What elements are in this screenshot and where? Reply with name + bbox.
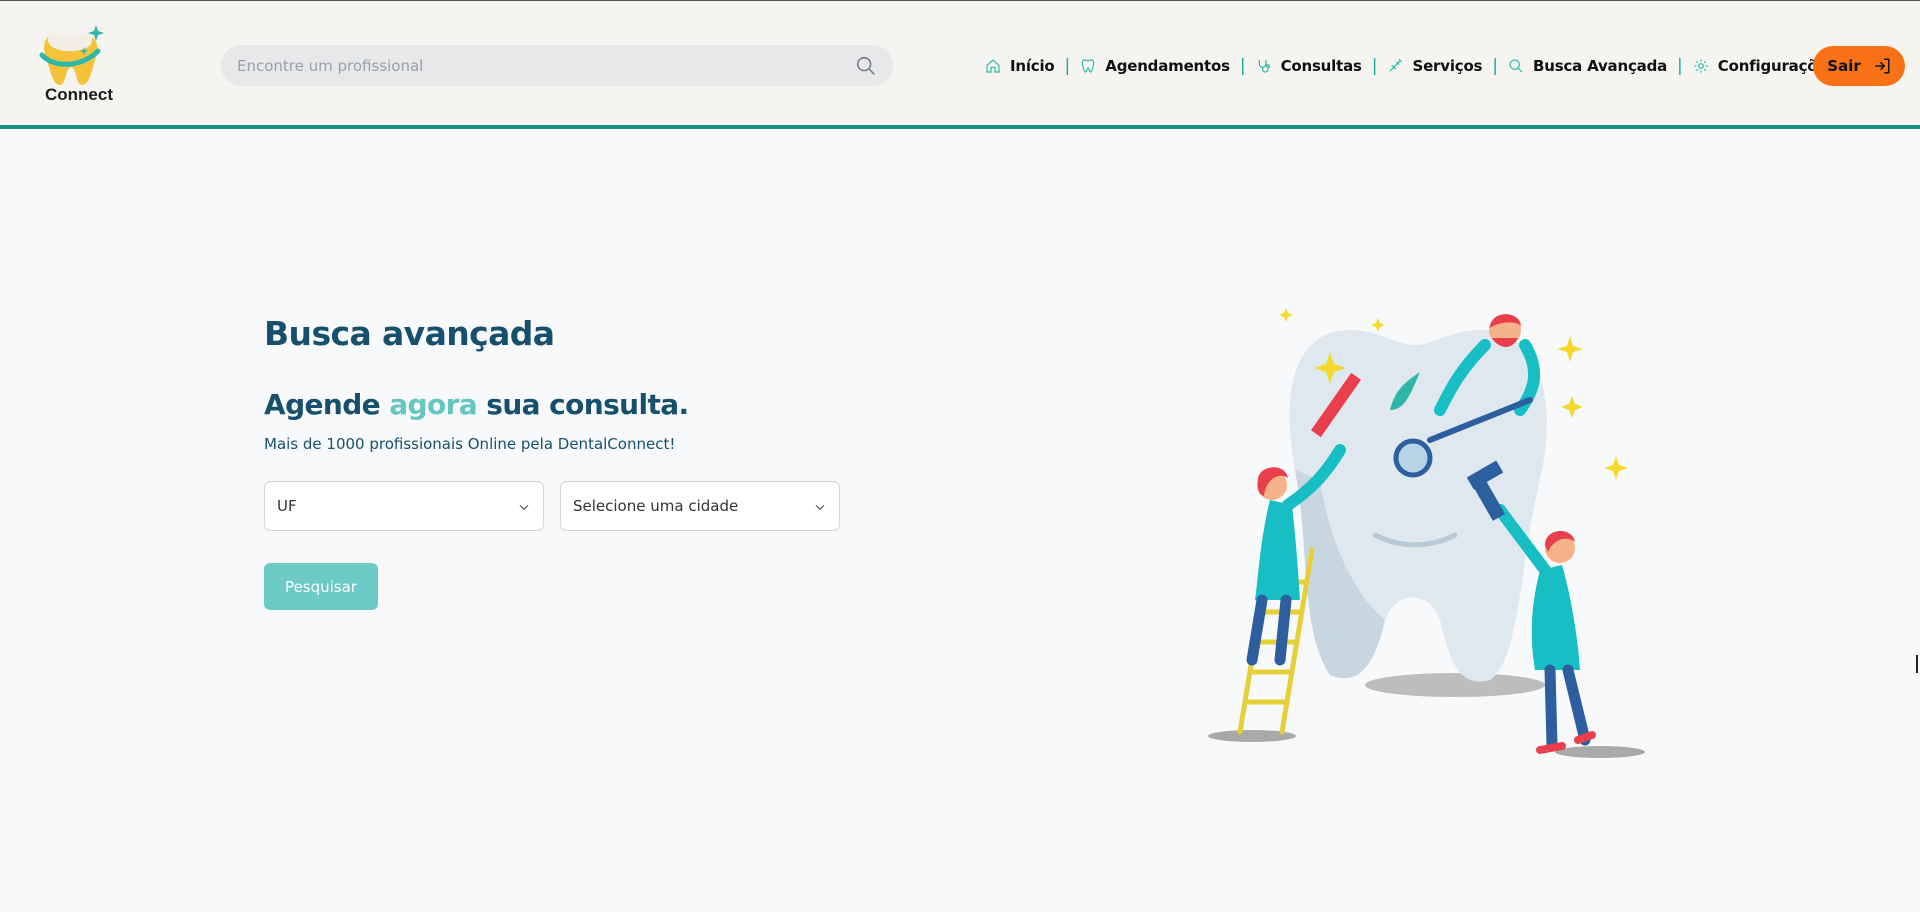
search-icon[interactable] [855,55,877,77]
logo-text: Connect [45,85,113,104]
nav-item-inicio[interactable]: Início [985,57,1055,75]
stethoscope-icon [1258,60,1270,73]
tooth-icon [1081,59,1095,73]
nav-label: Agendamentos [1105,57,1230,75]
nav-label: Início [1010,57,1055,75]
nav-separator: | [1239,56,1246,76]
chevron-down-icon [519,504,529,511]
dentists-illustration [1208,308,1645,758]
nav-label: Serviços [1412,57,1483,75]
nav-separator: | [1371,56,1378,76]
text-cursor [1916,655,1918,673]
nav-item-consultas[interactable]: Consultas [1256,57,1362,75]
search-bar [221,45,893,86]
nav-label: Busca Avançada [1533,57,1668,75]
headline-part: Agende [264,388,390,421]
city-select-value: Selecione uma cidade [573,497,739,515]
nav-item-servicos[interactable]: Serviços [1387,57,1482,75]
headline-accent: agora [389,388,478,421]
app-logo[interactable]: Connect [38,21,120,109]
nav-label: Consultas [1280,57,1362,75]
main-nav: Início | Agendamentos | Consultas | Serv… [985,53,1836,79]
headline: Agende agora sua consulta. [264,388,689,421]
search-input[interactable] [237,45,837,86]
headline-part: sua consulta. [477,388,689,421]
top-header: Connect Início | Agendamentos | Consulta… [0,1,1920,129]
nav-item-busca-avancada[interactable]: Busca Avançada [1508,57,1667,75]
subtitle: Mais de 1000 profissionais Online pela D… [264,435,676,453]
city-select[interactable]: Selecione uma cidade [560,481,840,531]
search-button[interactable]: Pesquisar [264,563,378,610]
home-icon [986,59,1000,73]
nav-separator: | [1492,56,1499,76]
logout-button[interactable]: Sair [1813,46,1905,86]
tooth-logo-icon [39,25,104,85]
chevron-down-icon [815,504,825,511]
syringe-icon [1389,58,1403,72]
nav-separator: | [1064,56,1071,76]
sign-out-icon [1874,58,1890,74]
logout-label: Sair [1827,57,1861,75]
search-icon [1509,59,1523,73]
uf-select[interactable]: UF [264,481,544,531]
gear-icon [1694,59,1708,73]
uf-select-value: UF [277,497,297,515]
page-title: Busca avançada [264,314,555,353]
nav-item-agendamentos[interactable]: Agendamentos [1080,57,1230,75]
nav-separator: | [1677,56,1683,76]
